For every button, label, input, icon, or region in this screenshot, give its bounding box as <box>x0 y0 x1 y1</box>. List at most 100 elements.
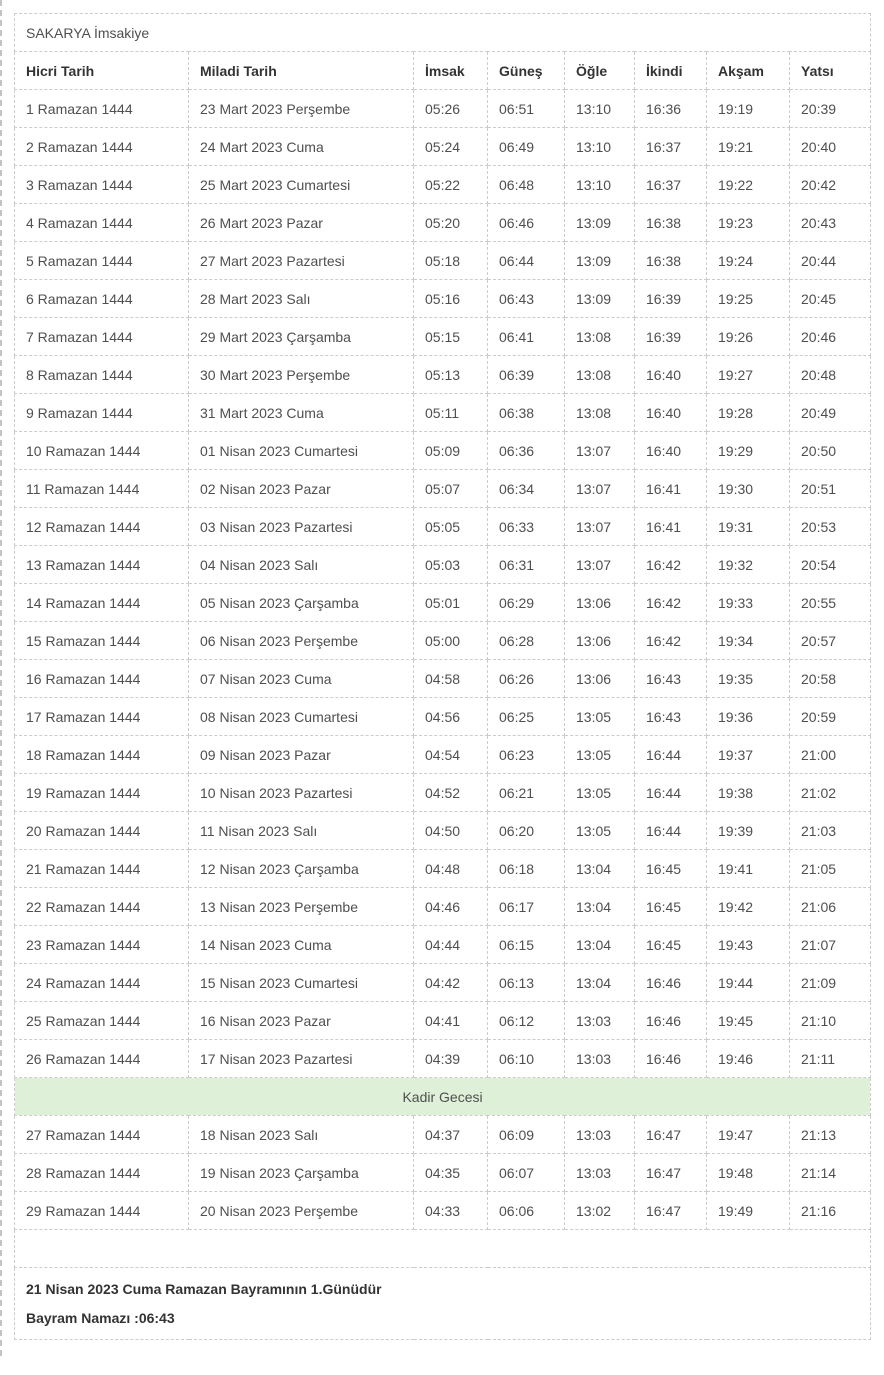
miladi-tarih-cell: 02 Nisan 2023 Pazar <box>188 469 414 508</box>
ogle-time-cell: 13:05 <box>564 773 635 812</box>
ikindi-time-cell: 16:42 <box>634 583 707 622</box>
yatsi-time-cell: 20:39 <box>788 89 872 128</box>
imsak-time-cell: 05:13 <box>413 355 488 394</box>
imsak-time-cell: 04:41 <box>413 1001 488 1040</box>
imsak-time-cell: 04:58 <box>413 659 488 698</box>
yatsi-time-cell: 21:10 <box>788 1001 872 1040</box>
table-row: 23 Ramazan 1444 14 Nisan 2023 Cuma 04:44 06… <box>14 925 872 964</box>
ikindi-time-cell: 16:47 <box>634 1191 707 1230</box>
yatsi-time-cell: 21:09 <box>788 963 872 1002</box>
aksam-time-cell: 19:37 <box>706 735 790 774</box>
miladi-tarih-cell: 05 Nisan 2023 Çarşamba <box>188 583 414 622</box>
imsak-time-cell: 05:03 <box>413 545 488 584</box>
ikindi-time-cell: 16:46 <box>634 1001 707 1040</box>
aksam-time-cell: 19:46 <box>706 1039 790 1078</box>
miladi-tarih-cell: 25 Mart 2023 Cumartesi <box>188 165 414 204</box>
miladi-tarih-cell: 04 Nisan 2023 Salı <box>188 545 414 584</box>
aksam-time-cell: 19:25 <box>706 279 790 318</box>
hicri-tarih-cell: 23 Ramazan 1444 <box>14 925 189 964</box>
yatsi-time-cell: 21:16 <box>788 1191 872 1230</box>
ogle-time-cell: 13:04 <box>564 849 635 888</box>
miladi-tarih-cell: 15 Nisan 2023 Cumartesi <box>188 963 414 1002</box>
table-row: 22 Ramazan 1444 13 Nisan 2023 Perşembe 04:… <box>14 887 872 926</box>
hicri-tarih-cell: 4 Ramazan 1444 <box>14 203 189 242</box>
ogle-time-cell: 13:08 <box>564 317 635 356</box>
ogle-time-cell: 13:03 <box>564 1001 635 1040</box>
miladi-tarih-cell: 13 Nisan 2023 Perşembe <box>188 887 414 926</box>
table-row: 15 Ramazan 1444 06 Nisan 2023 Perşembe 05:… <box>14 621 872 660</box>
aksam-time-cell: 19:43 <box>706 925 790 964</box>
kadir-gecesi-row: Kadir Gecesi <box>13 1077 872 1116</box>
ogle-time-cell: 13:03 <box>564 1115 635 1154</box>
ogle-time-cell: 13:03 <box>564 1039 635 1078</box>
page-title: SAKARYA İmsakiye <box>13 13 872 52</box>
imsak-time-cell: 04:33 <box>413 1191 488 1230</box>
ogle-time-cell: 13:04 <box>564 963 635 1002</box>
imsak-time-cell: 04:46 <box>413 887 488 926</box>
aksam-time-cell: 19:49 <box>706 1191 790 1230</box>
imsak-time-cell: 05:22 <box>413 165 488 204</box>
imsakiye-page: SAKARYA İmsakiye Hicri Tarih Miladi Tari… <box>0 0 884 1375</box>
bayram-day-note: 21 Nisan 2023 Cuma Ramazan Bayramının 1.… <box>26 1281 382 1297</box>
ikindi-time-cell: 16:43 <box>634 659 707 698</box>
ogle-time-cell: 13:04 <box>564 887 635 926</box>
aksam-time-cell: 19:45 <box>706 1001 790 1040</box>
ogle-time-cell: 13:06 <box>564 583 635 622</box>
table-row: 28 Ramazan 1444 19 Nisan 2023 Çarşamba 04:… <box>14 1153 872 1192</box>
miladi-tarih-cell: 23 Mart 2023 Perşembe <box>188 89 414 128</box>
miladi-tarih-cell: 12 Nisan 2023 Çarşamba <box>188 849 414 888</box>
aksam-time-cell: 19:39 <box>706 811 790 850</box>
yatsi-time-cell: 21:14 <box>788 1153 872 1192</box>
yatsi-time-cell: 20:42 <box>788 165 872 204</box>
table-row: 13 Ramazan 1444 04 Nisan 2023 Salı 05:03 06… <box>14 545 872 584</box>
gunes-time-cell: 06:23 <box>487 735 565 774</box>
table-row: 18 Ramazan 1444 09 Nisan 2023 Pazar 04:54 0… <box>14 735 872 774</box>
ogle-time-cell: 13:02 <box>564 1191 635 1230</box>
footer-row: 21 Nisan 2023 Cuma Ramazan Bayramının 1.… <box>13 1267 872 1340</box>
yatsi-time-cell: 20:43 <box>788 203 872 242</box>
aksam-time-cell: 19:22 <box>706 165 790 204</box>
imsak-time-cell: 04:39 <box>413 1039 488 1078</box>
aksam-time-cell: 19:36 <box>706 697 790 736</box>
ikindi-time-cell: 16:37 <box>634 165 707 204</box>
miladi-tarih-cell: 27 Mart 2023 Pazartesi <box>188 241 414 280</box>
ikindi-time-cell: 16:44 <box>634 735 707 774</box>
table-row: 24 Ramazan 1444 15 Nisan 2023 Cumartesi 04… <box>14 963 872 1002</box>
bayram-namazi-time: Bayram Namazı :06:43 <box>26 1310 175 1326</box>
aksam-time-cell: 19:34 <box>706 621 790 660</box>
miladi-tarih-cell: 18 Nisan 2023 Salı <box>188 1115 414 1154</box>
aksam-time-cell: 19:33 <box>706 583 790 622</box>
col-header-ikindi: İkindi <box>634 51 707 90</box>
imsak-time-cell: 04:42 <box>413 963 488 1002</box>
yatsi-time-cell: 20:53 <box>788 507 872 546</box>
imsak-time-cell: 05:18 <box>413 241 488 280</box>
gunes-time-cell: 06:07 <box>487 1153 565 1192</box>
table-row: 17 Ramazan 1444 08 Nisan 2023 Cumartesi 04… <box>14 697 872 736</box>
hicri-tarih-cell: 25 Ramazan 1444 <box>14 1001 189 1040</box>
yatsi-time-cell: 21:03 <box>788 811 872 850</box>
yatsi-time-cell: 20:45 <box>788 279 872 318</box>
imsak-time-cell: 04:54 <box>413 735 488 774</box>
hicri-tarih-cell: 20 Ramazan 1444 <box>14 811 189 850</box>
hicri-tarih-cell: 21 Ramazan 1444 <box>14 849 189 888</box>
yatsi-time-cell: 20:54 <box>788 545 872 584</box>
ogle-time-cell: 13:09 <box>564 241 635 280</box>
miladi-tarih-cell: 14 Nisan 2023 Cuma <box>188 925 414 964</box>
ikindi-time-cell: 16:40 <box>634 355 707 394</box>
aksam-time-cell: 19:21 <box>706 127 790 166</box>
imsakiye-table: SAKARYA İmsakiye Hicri Tarih Miladi Tari… <box>13 13 872 1340</box>
miladi-tarih-cell: 28 Mart 2023 Salı <box>188 279 414 318</box>
yatsi-time-cell: 21:13 <box>788 1115 872 1154</box>
aksam-time-cell: 19:30 <box>706 469 790 508</box>
hicri-tarih-cell: 7 Ramazan 1444 <box>14 317 189 356</box>
hicri-tarih-cell: 12 Ramazan 1444 <box>14 507 189 546</box>
table-row: 7 Ramazan 1444 29 Mart 2023 Çarşamba 05:15… <box>14 317 872 356</box>
yatsi-time-cell: 20:50 <box>788 431 872 470</box>
aksam-time-cell: 19:19 <box>706 89 790 128</box>
ikindi-time-cell: 16:41 <box>634 469 707 508</box>
hicri-tarih-cell: 8 Ramazan 1444 <box>14 355 189 394</box>
ikindi-time-cell: 16:38 <box>634 203 707 242</box>
imsak-time-cell: 04:50 <box>413 811 488 850</box>
yatsi-time-cell: 20:55 <box>788 583 872 622</box>
aksam-time-cell: 19:41 <box>706 849 790 888</box>
